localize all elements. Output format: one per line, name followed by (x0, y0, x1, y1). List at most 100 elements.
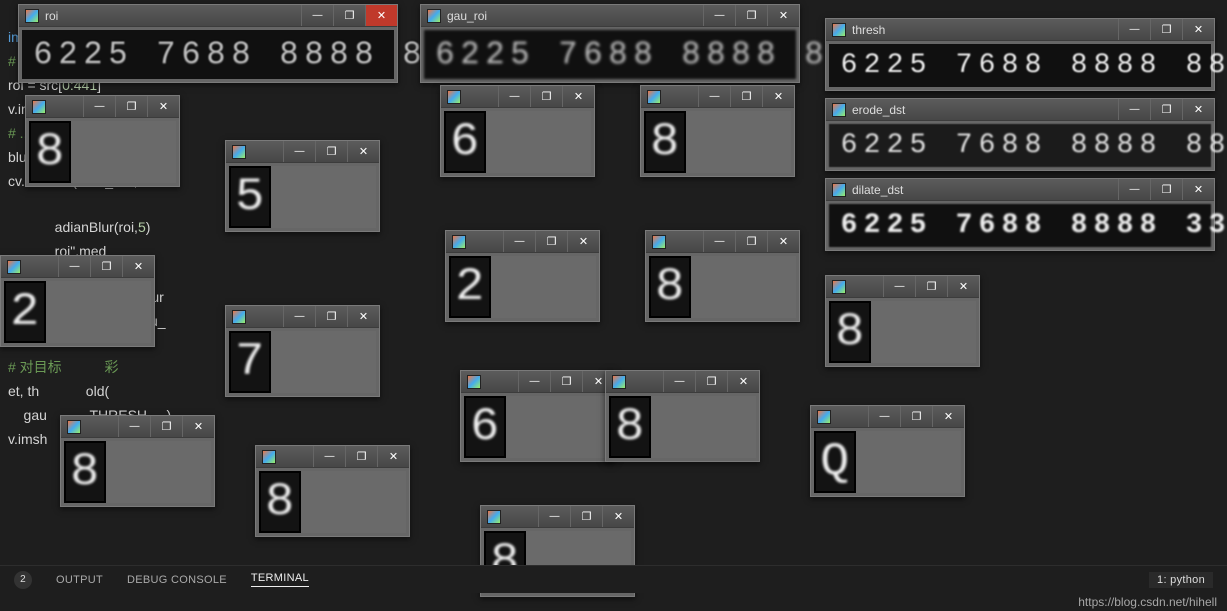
cvwin-digit[interactable]: 2 (445, 230, 600, 322)
minimize-button[interactable] (1118, 19, 1150, 40)
close-button[interactable] (602, 506, 634, 527)
app-icon (427, 9, 441, 23)
minimize-button[interactable] (1118, 179, 1150, 200)
maximize-button[interactable] (315, 141, 347, 162)
digit-image: 8 (29, 121, 71, 183)
tab-output[interactable]: OUTPUT (56, 574, 103, 586)
image-background (271, 331, 376, 393)
cvwin-digit[interactable]: 7 (225, 305, 380, 397)
cvwin-digit[interactable]: 8 (255, 445, 410, 537)
maximize-button[interactable] (150, 416, 182, 437)
maximize-button[interactable] (730, 86, 762, 107)
minimize-button[interactable] (58, 256, 90, 277)
image-background (506, 396, 611, 458)
digit-image: 7 (229, 331, 271, 393)
digit-image: 6 (444, 111, 486, 173)
close-button[interactable] (377, 446, 409, 467)
minimize-button[interactable] (538, 506, 570, 527)
minimize-button[interactable] (118, 416, 150, 437)
close-button[interactable] (122, 256, 154, 277)
image-background (686, 111, 791, 173)
cvwin-gau-roi[interactable]: gau_roi 6225 7688 8888 8888 (420, 4, 800, 83)
problems-count[interactable]: 2 (14, 571, 32, 589)
maximize-button[interactable] (735, 231, 767, 252)
maximize-button[interactable] (333, 5, 365, 26)
minimize-button[interactable] (698, 86, 730, 107)
app-icon (7, 260, 21, 274)
close-button[interactable] (762, 86, 794, 107)
image-background (486, 111, 591, 173)
cvwin-thresh[interactable]: thresh 6225 7688 8888 8888 (825, 18, 1215, 91)
maximize-button[interactable] (550, 371, 582, 392)
minimize-button[interactable] (868, 406, 900, 427)
close-button[interactable] (767, 231, 799, 252)
close-button[interactable] (932, 406, 964, 427)
tab-terminal[interactable]: TERMINAL (251, 572, 309, 587)
cvwin-erode-dst[interactable]: erode_dst 6225 7688 8888 8888 (825, 98, 1215, 171)
cvwin-digit[interactable]: 8 (605, 370, 760, 462)
maximize-button[interactable] (915, 276, 947, 297)
app-icon (832, 103, 846, 117)
minimize-button[interactable] (1118, 99, 1150, 120)
close-button[interactable] (147, 96, 179, 117)
cvwin-digit[interactable]: 6 (440, 85, 595, 177)
minimize-button[interactable] (301, 5, 333, 26)
close-button[interactable] (347, 141, 379, 162)
minimize-button[interactable] (83, 96, 115, 117)
minimize-button[interactable] (283, 306, 315, 327)
minimize-button[interactable] (703, 231, 735, 252)
tab-debug-console[interactable]: DEBUG CONSOLE (127, 574, 227, 586)
close-button[interactable] (365, 5, 397, 26)
minimize-button[interactable] (503, 231, 535, 252)
cvwin-digit[interactable]: 8 (645, 230, 800, 322)
maximize-button[interactable] (315, 306, 347, 327)
cvwin-digit[interactable]: 8 (60, 415, 215, 507)
minimize-button[interactable] (883, 276, 915, 297)
close-button[interactable] (182, 416, 214, 437)
close-button[interactable] (1182, 19, 1214, 40)
digit-value: Q (820, 436, 849, 488)
maximize-button[interactable] (115, 96, 147, 117)
minimize-button[interactable] (663, 371, 695, 392)
digit-value: 2 (455, 261, 484, 313)
maximize-button[interactable] (530, 86, 562, 107)
cvwin-digit[interactable]: 6 (460, 370, 615, 462)
digit-image: 2 (449, 256, 491, 318)
maximize-button[interactable] (345, 446, 377, 467)
close-button[interactable] (767, 5, 799, 26)
maximize-button[interactable] (1150, 19, 1182, 40)
cvwin-digit[interactable]: 8 (25, 95, 180, 187)
maximize-button[interactable] (535, 231, 567, 252)
maximize-button[interactable] (90, 256, 122, 277)
cvwin-digit[interactable]: 2 (0, 255, 155, 347)
close-button[interactable] (947, 276, 979, 297)
cvwin-digit[interactable]: 8 (825, 275, 980, 367)
app-icon (832, 183, 846, 197)
minimize-button[interactable] (518, 371, 550, 392)
cvwin-dilate-dst[interactable]: dilate_dst 6225 7688 8888 3388 (825, 178, 1215, 251)
terminal-selector[interactable]: 1: python (1149, 572, 1213, 588)
maximize-button[interactable] (695, 371, 727, 392)
close-button[interactable] (562, 86, 594, 107)
digit-value: 8 (35, 126, 64, 178)
minimize-button[interactable] (703, 5, 735, 26)
cvwin-digit[interactable]: 8 (640, 85, 795, 177)
close-button[interactable] (1182, 99, 1214, 120)
maximize-button[interactable] (1150, 179, 1182, 200)
digit-value: 8 (70, 446, 99, 498)
cvwin-digit[interactable]: Q (810, 405, 965, 497)
close-button[interactable] (1182, 179, 1214, 200)
minimize-button[interactable] (313, 446, 345, 467)
close-button[interactable] (567, 231, 599, 252)
cvwin-roi[interactable]: roi 6225 7688 8888 8888 (18, 4, 398, 83)
minimize-button[interactable] (498, 86, 530, 107)
close-button[interactable] (727, 371, 759, 392)
maximize-button[interactable] (735, 5, 767, 26)
minimize-button[interactable] (283, 141, 315, 162)
digit-value: 5 (235, 171, 264, 223)
close-button[interactable] (347, 306, 379, 327)
cvwin-digit[interactable]: 5 (225, 140, 380, 232)
maximize-button[interactable] (1150, 99, 1182, 120)
maximize-button[interactable] (900, 406, 932, 427)
maximize-button[interactable] (570, 506, 602, 527)
